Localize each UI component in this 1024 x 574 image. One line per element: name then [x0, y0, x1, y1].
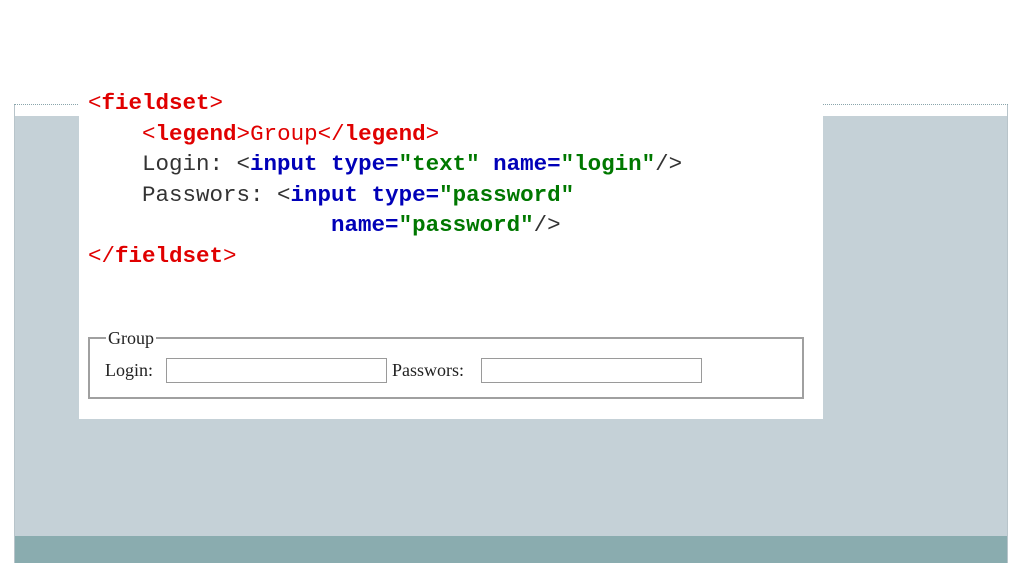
footer-band: [15, 536, 1007, 563]
code-token: name=: [331, 212, 399, 239]
code-token: Group: [250, 120, 318, 147]
code-token: </: [88, 242, 116, 269]
code-token: fieldset: [101, 90, 210, 116]
code-token: >: [425, 120, 440, 147]
code-token: <: [88, 90, 102, 116]
code-token: type=: [331, 151, 399, 178]
code-token: legend: [344, 120, 426, 147]
fieldset-legend: Group: [106, 327, 156, 349]
code-token: Login: <: [88, 151, 251, 178]
code-token: type=: [371, 181, 440, 208]
login-label: Login:: [105, 360, 153, 380]
code-token: >: [236, 120, 251, 147]
code-token: >: [209, 90, 224, 116]
password-input[interactable]: [481, 358, 702, 383]
code-token: Passwors: <: [88, 181, 291, 208]
code-line: <legend>Group</legend>: [88, 121, 439, 147]
login-input[interactable]: [166, 358, 387, 383]
code-token: />: [533, 212, 561, 239]
code-line: name="password"/>: [88, 212, 561, 238]
code-token: fieldset: [115, 242, 224, 269]
code-token: "text": [398, 151, 480, 178]
code-token: <: [142, 120, 156, 147]
code-token: input: [250, 151, 318, 178]
code-token: name=: [493, 151, 561, 178]
code-token: input: [290, 181, 359, 208]
code-line: Login: <input type="text" name="login"/>: [88, 151, 682, 177]
code-token: legend: [155, 120, 237, 147]
code-snippet: <fieldset> <legend>Group</legend> Login:…: [88, 88, 682, 272]
code-token: "password": [439, 181, 575, 208]
password-label: Passwors:: [392, 360, 465, 380]
code-token: "login": [560, 151, 656, 178]
code-line: Passwors: <input type="password": [88, 182, 574, 208]
code-token: >: [223, 242, 237, 269]
code-token: "password": [398, 212, 534, 239]
code-token: />: [655, 151, 683, 178]
code-line: <fieldset>: [88, 90, 223, 116]
code-line: </fieldset>: [88, 243, 237, 269]
code-token: </: [317, 120, 345, 147]
